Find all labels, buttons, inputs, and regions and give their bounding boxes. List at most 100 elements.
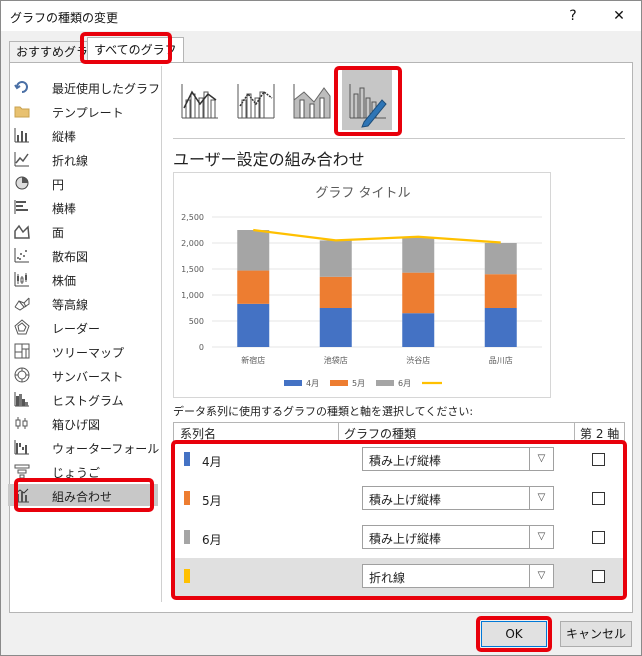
x-tick-label: 新宿店 xyxy=(241,355,265,365)
header-divider xyxy=(574,423,575,441)
stacked-area-clustered-column-icon xyxy=(293,84,331,119)
combo-stacked-area-column-button[interactable] xyxy=(286,70,336,130)
y-tick-label: 2,000 xyxy=(181,239,204,248)
help-button[interactable]: ? xyxy=(559,5,587,27)
chart-type-dropdown[interactable]: 折れ線 ▽ xyxy=(362,564,554,588)
line-chart-icon xyxy=(14,152,29,167)
secondary-axis-checkbox[interactable] xyxy=(592,453,605,466)
sidebar-item-stock[interactable]: 株価 xyxy=(8,268,158,290)
header-divider xyxy=(338,423,339,441)
sidebar-item-label: ウォーターフォール xyxy=(52,442,160,456)
series-grid: 4月 積み上げ縦棒 ▽ 5月 積み上げ縦棒 ▽ 6月 積み上げ縦棒 ▽ 折れ線 … xyxy=(173,441,625,597)
x-tick-label: 渋谷店 xyxy=(406,355,430,365)
stock-chart-icon xyxy=(14,272,29,287)
combo-clustered-column-line-button[interactable] xyxy=(174,70,224,130)
title-bar: グラフの種類の変更 ? ✕ xyxy=(1,1,641,31)
sidebar-item-label: 面 xyxy=(52,226,65,240)
funnel-chart-icon xyxy=(14,464,30,479)
series-name: 6月 xyxy=(202,533,222,547)
y-tick-label: 1,000 xyxy=(181,291,204,300)
sidebar-item-label: 最近使用したグラフ xyxy=(52,82,161,96)
sidebar-item-funnel[interactable]: じょうご xyxy=(8,460,158,482)
chart-type-dropdown[interactable]: 積み上げ縦棒 ▽ xyxy=(362,486,554,510)
y-tick-label: 1,500 xyxy=(181,265,204,274)
series-color-swatch xyxy=(184,452,190,466)
sidebar-item-boxwhisker[interactable]: 箱ひげ図 xyxy=(8,412,158,434)
treemap-chart-icon xyxy=(14,343,30,359)
header-series-name: 系列名 xyxy=(180,427,217,441)
cancel-button[interactable]: キャンセル xyxy=(560,621,632,647)
sidebar-item-radar[interactable]: レーダー xyxy=(8,316,158,338)
bar-segment xyxy=(237,303,270,347)
x-tick-label: 品川店 xyxy=(489,355,513,365)
legend-swatch xyxy=(284,380,302,386)
sidebar-item-label: 箱ひげ図 xyxy=(52,418,101,432)
chart-type-value: 折れ線 xyxy=(369,571,406,585)
sidebar-item-label: じょうご xyxy=(52,466,101,480)
series-row[interactable]: 5月 積み上げ縦棒 ▽ xyxy=(174,480,624,519)
sidebar-item-treemap[interactable]: ツリーマップ xyxy=(8,340,158,362)
secondary-axis-checkbox[interactable] xyxy=(592,531,605,544)
secondary-axis-checkbox[interactable] xyxy=(592,492,605,505)
chevron-down-icon[interactable]: ▽ xyxy=(529,487,553,509)
sidebar-item-label: 円 xyxy=(52,178,65,192)
combo-custom-combination-button[interactable] xyxy=(342,70,392,130)
legend-swatch xyxy=(330,380,348,386)
ok-button[interactable]: OK xyxy=(481,621,547,647)
x-tick-label: 池袋店 xyxy=(324,355,348,365)
bar-segment xyxy=(237,270,270,304)
bar-segment xyxy=(237,230,270,271)
sidebar-item-label: テンプレート xyxy=(52,106,124,120)
header-secondary-axis: 第 2 軸 xyxy=(580,427,620,441)
recent-icon xyxy=(14,81,28,93)
sidebar-item-waterfall[interactable]: ウォーターフォール xyxy=(8,436,160,458)
line-series xyxy=(253,228,501,244)
sidebar-item-templates[interactable]: テンプレート xyxy=(8,100,158,122)
section-separator xyxy=(173,138,625,139)
secondary-axis-checkbox[interactable] xyxy=(592,570,605,583)
close-button[interactable]: ✕ xyxy=(605,5,633,27)
sidebar-item-recent[interactable]: 最近使用したグラフ xyxy=(8,76,161,98)
sidebar-item-bar[interactable]: 横棒 xyxy=(8,196,158,218)
sidebar-item-label: 横棒 xyxy=(52,202,77,216)
chevron-down-icon[interactable]: ▽ xyxy=(529,526,553,548)
combo-chart-icon xyxy=(14,488,29,503)
tab-bar: おすすめグラフ すべてのグラフ xyxy=(1,31,641,63)
bar-segment xyxy=(484,274,517,308)
sidebar-item-sunburst[interactable]: サンバースト xyxy=(8,364,158,386)
combo-clustered-column-line-secondary-button[interactable] xyxy=(230,70,280,130)
section-title: ユーザー設定の組み合わせ xyxy=(173,150,365,169)
series-color-swatch xyxy=(184,491,190,505)
boxwhisker-chart-icon xyxy=(15,417,28,429)
series-row[interactable]: 4月 積み上げ縦棒 ▽ xyxy=(174,441,624,480)
sidebar-item-combo[interactable]: 組み合わせ xyxy=(8,484,158,506)
tab-all-charts[interactable]: すべてのグラフ xyxy=(87,37,184,63)
chevron-down-icon[interactable]: ▽ xyxy=(529,565,553,587)
clustered-column-line-icon xyxy=(181,84,218,119)
sidebar-item-histogram[interactable]: ヒストグラム xyxy=(8,388,158,410)
clustered-column-line-secondary-icon xyxy=(237,84,275,119)
sidebar-item-area[interactable]: 面 xyxy=(8,220,158,242)
sidebar-item-label: 散布図 xyxy=(52,250,89,264)
sidebar-item-scatter[interactable]: 散布図 xyxy=(8,244,158,266)
bar-segment xyxy=(402,272,435,314)
radar-chart-icon xyxy=(14,319,30,335)
series-row[interactable]: 折れ線 ▽ xyxy=(174,558,624,597)
sidebar-item-line[interactable]: 折れ線 xyxy=(8,148,158,170)
chevron-down-icon[interactable]: ▽ xyxy=(529,448,553,470)
sidebar-item-label: 株価 xyxy=(52,274,77,288)
sidebar-item-label: 折れ線 xyxy=(52,154,89,168)
sidebar-item-column[interactable]: 縦棒 xyxy=(8,124,158,146)
sidebar-item-surface[interactable]: 等高線 xyxy=(8,292,158,314)
chart-type-dropdown[interactable]: 積み上げ縦棒 ▽ xyxy=(362,447,554,471)
series-row[interactable]: 6月 積み上げ縦棒 ▽ xyxy=(174,519,624,558)
chart-type-dropdown[interactable]: 積み上げ縦棒 ▽ xyxy=(362,525,554,549)
sidebar-item-label: サンバースト xyxy=(52,370,124,384)
series-name: 5月 xyxy=(202,494,222,508)
surface-chart-icon xyxy=(14,297,30,311)
column-chart-icon xyxy=(14,128,29,143)
sidebar-item-label: ヒストグラム xyxy=(52,394,124,408)
chart-preview: グラフ タイトル 0 500 1,000 1,500 2,000 2,500 新宿店 池袋店 渋谷… xyxy=(173,172,551,398)
sidebar-item-pie[interactable]: 円 xyxy=(8,172,158,194)
bar-segment xyxy=(484,308,517,347)
